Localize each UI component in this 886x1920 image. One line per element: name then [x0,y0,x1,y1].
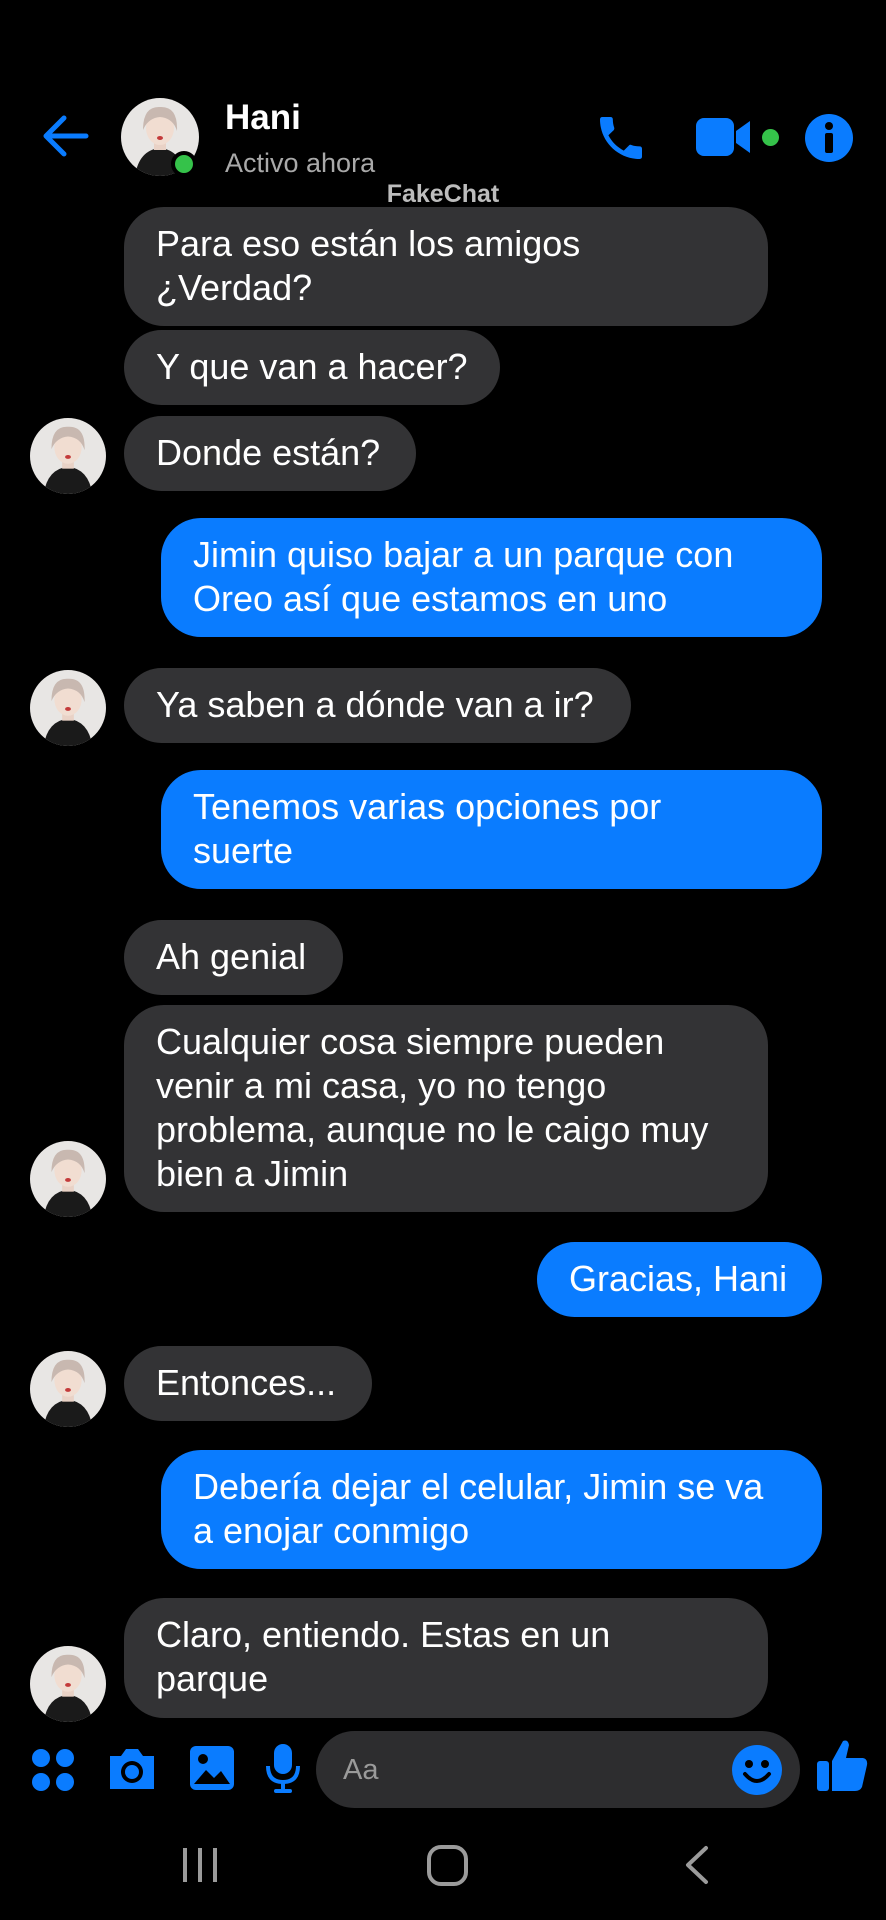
phone-icon[interactable] [593,110,649,166]
avatar [30,670,106,746]
gallery-icon[interactable] [188,1744,236,1792]
camera-icon[interactable] [106,1746,158,1792]
home-icon[interactable] [426,1840,470,1890]
message-bubble-outgoing[interactable]: Tenemos varias opciones por suerte [161,770,822,889]
message-bubble-outgoing[interactable]: Jimin quiso bajar a un parque con Oreo a… [161,518,822,637]
video-camera-icon[interactable] [696,116,754,158]
message-bubble-incoming[interactable]: Ah genial [124,920,343,995]
avatar [30,1351,106,1427]
message-bubble-outgoing[interactable]: Debería dejar el celular, Jimin se va a … [161,1450,822,1569]
thumbs-up-icon[interactable] [815,1737,869,1793]
watermark: FakeChat [386,180,500,208]
message-bubble-outgoing[interactable]: Gracias, Hani [537,1242,822,1317]
microphone-icon[interactable] [265,1742,301,1794]
contact-name[interactable]: Hani [225,98,301,138]
message-input-placeholder: Aa [343,1754,379,1786]
back-icon[interactable] [680,1840,714,1890]
avatar [30,418,106,494]
message-bubble-incoming[interactable]: Claro, entiendo. Estas en un parque [124,1598,768,1718]
back-arrow-icon[interactable] [38,108,94,164]
message-bubble-incoming[interactable]: Entonces... [124,1346,372,1421]
video-active-dot [762,129,779,146]
online-status-dot [171,151,197,177]
recent-apps-icon[interactable] [180,1840,220,1890]
message-bubble-incoming[interactable]: Para eso están los amigos ¿Verdad? [124,207,768,326]
avatar [30,1141,106,1217]
emoji-icon[interactable] [731,1744,783,1796]
message-bubble-incoming[interactable]: Y que van a hacer? [124,330,500,405]
message-input[interactable] [316,1731,800,1808]
contact-status: Activo ahora [225,148,376,178]
avatar [30,1646,106,1722]
message-bubble-incoming[interactable]: Cualquier cosa siempre pueden venir a mi… [124,1005,768,1212]
apps-grid-icon[interactable] [30,1747,76,1793]
message-bubble-incoming[interactable]: Donde están? [124,416,416,491]
info-icon[interactable] [803,112,855,164]
message-bubble-incoming[interactable]: Ya saben a dónde van a ir? [124,668,631,743]
